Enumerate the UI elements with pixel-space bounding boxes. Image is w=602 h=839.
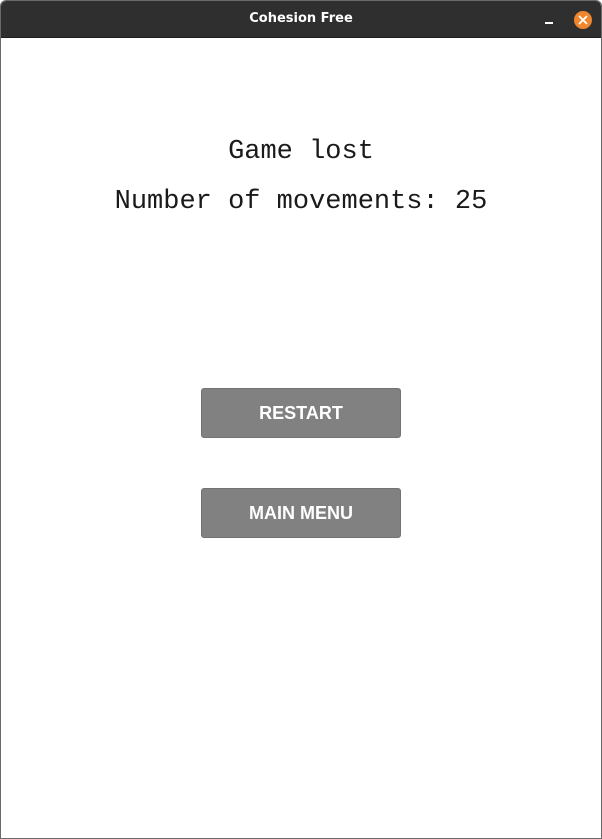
title-bar[interactable]: Cohesion Free xyxy=(1,1,601,38)
main-menu-button[interactable]: MAIN MENU xyxy=(201,488,401,538)
minimize-icon xyxy=(545,22,553,24)
app-window: Cohesion Free Game lost Number of moveme… xyxy=(0,0,602,839)
game-over-screen: Game lost Number of movements: 25 RESTAR… xyxy=(1,38,601,838)
close-icon xyxy=(578,15,588,25)
window-title: Cohesion Free xyxy=(249,11,353,26)
restart-button[interactable]: RESTART xyxy=(201,388,401,438)
movements-count: 25 xyxy=(454,187,488,217)
close-button[interactable] xyxy=(574,11,592,29)
movements-text: Number of movements: 25 xyxy=(1,187,601,217)
game-status-text: Game lost xyxy=(228,137,374,167)
minimize-button[interactable] xyxy=(539,11,559,29)
movements-label: Number of movements: xyxy=(114,187,439,217)
